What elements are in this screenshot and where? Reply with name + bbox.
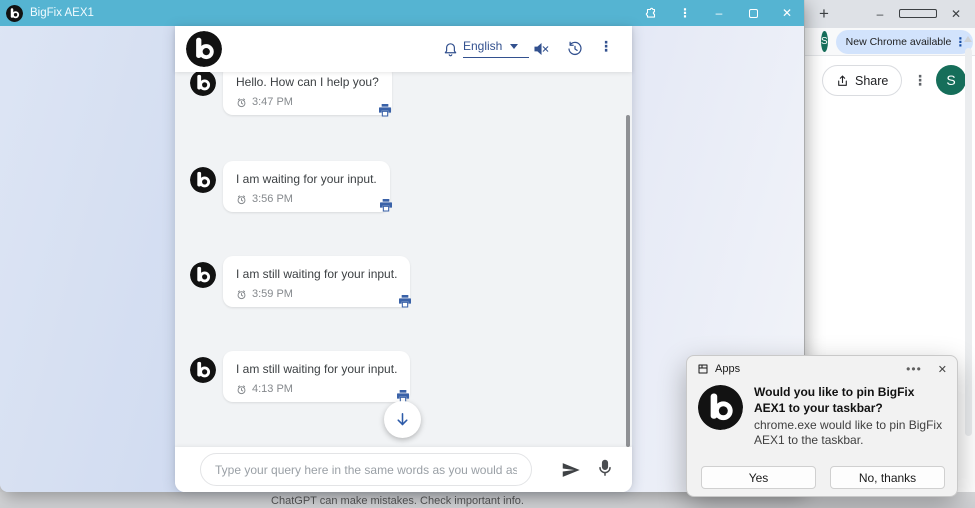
chat-header: English ⋮ [175, 26, 632, 72]
browser-tab-strip: + – ✕ [805, 0, 975, 28]
bot-avatar-icon [190, 72, 216, 96]
message-time-label: 4:13 PM [252, 383, 293, 395]
bot-avatar-icon [190, 357, 216, 383]
clock-icon [237, 289, 246, 299]
message-bubble: Hello. How can I help you? 3:47 PM [223, 72, 392, 115]
browser-window-controls: – ✕ [861, 0, 975, 28]
popup-title: Would you like to pin BigFix AEX1 to you… [754, 385, 915, 415]
clock-icon [237, 194, 246, 204]
notifications-bell-icon[interactable] [440, 39, 460, 59]
page-menu-dots-icon[interactable]: ⋮ [909, 69, 931, 91]
bot-avatar-icon [190, 167, 216, 193]
print-message-button[interactable] [397, 293, 413, 309]
scroll-to-bottom-button[interactable] [384, 401, 421, 438]
share-button[interactable]: Share [822, 65, 903, 96]
popup-buttons: Yes No, thanks [701, 466, 945, 489]
app-minimize-button[interactable]: – [702, 6, 736, 20]
message-time-label: 3:47 PM [252, 96, 293, 108]
message-text: I am still waiting for your input. [236, 267, 398, 281]
yes-button[interactable]: Yes [701, 466, 816, 489]
screen: ChatGPT can make mistakes. Check importa… [0, 0, 975, 508]
chevron-down-icon [510, 43, 519, 49]
browser-close-button[interactable]: ✕ [937, 7, 975, 21]
app-menu-dots-icon[interactable]: ⋮ [668, 6, 702, 20]
maximize-icon [748, 8, 758, 18]
chat-scrollbar[interactable] [626, 115, 630, 447]
app-window-title: BigFix AEX1 [30, 7, 94, 19]
message-time-label: 3:59 PM [252, 288, 293, 300]
chat-logo-icon [186, 31, 222, 67]
browser-scrollbar-up-arrow[interactable] [964, 36, 972, 42]
history-icon[interactable] [565, 39, 585, 59]
apps-window-icon [698, 364, 708, 374]
chatgpt-disclaimer: ChatGPT can make mistakes. Check importa… [271, 495, 524, 507]
popup-message: chrome.exe would like to pin BigFix AEX1… [754, 417, 943, 448]
message-time: 4:13 PM [236, 383, 397, 395]
message-time-label: 3:56 PM [252, 193, 293, 205]
popup-close-icon[interactable]: ✕ [938, 363, 947, 376]
app-maximize-button[interactable] [736, 8, 770, 18]
extensions-icon[interactable] [634, 6, 668, 20]
app-titlebar-logo-icon [6, 4, 23, 22]
new-tab-button[interactable]: + [813, 3, 835, 25]
popup-app-name: Apps [715, 363, 741, 375]
message-bubble: I am still waiting for your input. 4:13 … [223, 351, 411, 402]
print-message-button[interactable] [378, 197, 394, 213]
browser-toolbar: S New Chrome available ⋮ [805, 28, 975, 56]
bot-message: I am waiting for your input. 3:56 PM [190, 161, 390, 212]
message-text: I am still waiting for your input. [236, 362, 398, 376]
send-button[interactable] [560, 459, 582, 481]
popup-body: Would you like to pin BigFix AEX1 to you… [698, 385, 948, 449]
app-window-controls: ⋮ – ✕ [634, 0, 804, 26]
mute-speaker-icon[interactable] [531, 39, 551, 59]
language-label: English [463, 39, 503, 53]
app-titlebar: BigFix AEX1 ⋮ – ✕ [0, 0, 804, 26]
popup-more-icon[interactable]: ••• [906, 362, 922, 376]
popup-app-logo-icon [698, 385, 743, 430]
share-icon [838, 75, 847, 86]
popup-header: Apps ••• ✕ [687, 356, 957, 382]
message-bubble: I am waiting for your input. 3:56 PM [223, 161, 390, 212]
print-message-button[interactable] [377, 102, 393, 118]
chat-panel: English ⋮ Hello. How can I help you? 3:4… [175, 26, 632, 492]
profile-avatar-large[interactable]: S [936, 65, 966, 95]
bot-message: I am still waiting for your input. 3:59 … [190, 256, 411, 307]
bot-message: Hello. How can I help you? 3:47 PM [190, 72, 392, 115]
bot-avatar-icon [190, 262, 216, 288]
bot-message: I am still waiting for your input. 4:13 … [190, 351, 411, 402]
bigfix-app-window: BigFix AEX1 ⋮ – ✕ English ⋮ Hello. How c… [0, 0, 804, 492]
message-time: 3:59 PM [236, 288, 397, 300]
browser-scrollbar[interactable] [965, 48, 972, 436]
message-time: 3:47 PM [236, 96, 379, 108]
app-close-button[interactable]: ✕ [770, 6, 804, 20]
new-chrome-available-button[interactable]: New Chrome available ⋮ [835, 29, 974, 54]
new-chrome-label: New Chrome available [845, 35, 952, 48]
browser-restore-button[interactable] [899, 7, 937, 21]
pin-notification-popup: Apps ••• ✕ Would you like to pin BigFix … [686, 355, 958, 497]
message-text: I am waiting for your input. [236, 172, 377, 186]
browser-minimize-button[interactable]: – [861, 7, 899, 21]
clock-icon [237, 97, 246, 107]
profile-avatar-small[interactable]: S [821, 31, 828, 52]
chat-messages-area: Hello. How can I help you? 3:47 PM I am … [175, 72, 632, 447]
microphone-button[interactable] [595, 458, 617, 480]
no-thanks-button[interactable]: No, thanks [830, 466, 945, 489]
arrow-down-icon [397, 413, 408, 426]
message-text: Hello. How can I help you? [236, 75, 379, 89]
language-selector[interactable]: English [463, 39, 529, 58]
query-input[interactable] [200, 453, 532, 486]
restore-icon [899, 9, 937, 18]
message-time: 3:56 PM [236, 193, 377, 205]
chat-menu-dots-icon[interactable]: ⋮ [599, 38, 613, 55]
message-bubble: I am still waiting for your input. 3:59 … [223, 256, 411, 307]
share-label: Share [855, 73, 889, 88]
clock-icon [237, 384, 246, 394]
chat-input-bar [175, 447, 632, 492]
